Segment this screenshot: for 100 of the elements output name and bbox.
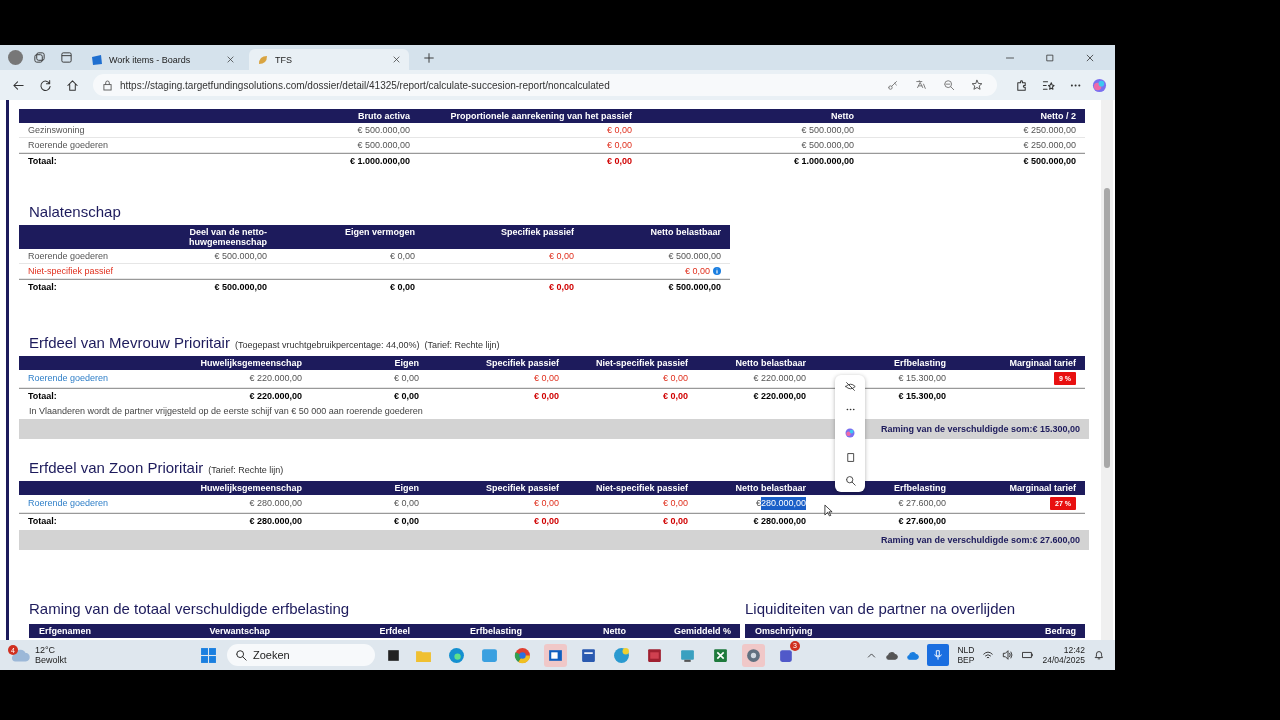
table-cell: € 0,00 [684,265,710,277]
table-cell: Totaal: [19,513,170,529]
notifications-icon[interactable] [1093,649,1105,661]
table-cell: € 0,00 [424,249,583,264]
table-link[interactable]: Roerende goederen [28,373,109,384]
table-cell: € 0,00 [428,370,568,388]
zoom-out-icon[interactable] [943,79,955,91]
table-cell: Gezinswoning [19,123,200,138]
table-cell: € 0,00 [311,495,428,513]
column-header: Huwelijksgemeenschap [170,356,311,370]
table-cell: € 220.000,00 [697,388,815,404]
maximize-icon[interactable] [1045,52,1055,63]
new-tab-icon[interactable] [423,51,435,64]
volume-icon[interactable] [1002,649,1015,661]
summary-text: Raming van de verschuldigde som:€ 27.600,00 [880,535,1080,545]
column-header: Marginaal tarief [955,481,1085,495]
section-title: Erfdeel van Zoon Prioritair [29,459,204,477]
language-text[interactable]: NLD [957,645,975,655]
table-cell: € 280.000,00 [170,513,311,529]
column-header: Marginaal tarief [955,356,1085,370]
key-icon[interactable] [887,79,899,91]
column-header: Gemiddeld % [635,624,740,638]
table-cell: € 280.000,00 [170,495,311,513]
wifi-icon[interactable] [982,649,995,661]
table-cell: € 500.000,00 [176,279,276,295]
search-field[interactable]: Zoeken [227,644,375,666]
section-title: Nalatenschap [29,203,122,221]
column-header: Verwantschap [149,624,279,638]
table-cell: € 500.000,00 [583,249,730,264]
table-cell: € 0,00 [424,279,583,295]
table-cell: € 250.000,00 [863,138,1085,153]
table-cell: € 0,00 [428,388,568,404]
workspaces-icon[interactable] [33,51,46,64]
table-cell: € 500.000,00 [641,138,863,153]
section-title: Raming van de totaal verschuldigde erfbelasting [29,600,351,618]
close-icon[interactable] [226,55,235,64]
table-cell: € 500.000,00 [176,249,276,264]
table-cell: Totaal: [19,153,200,169]
profile-icon[interactable] [8,50,23,65]
excel-icon[interactable] [712,646,729,664]
table-cell: € 0,00 [276,279,424,295]
scrollbar[interactable] [1101,100,1113,640]
copilot-icon[interactable] [844,427,856,440]
weather-text: Bewolkt [35,655,67,665]
table-cell: € 0,00 [419,153,641,169]
column-header: Netto belastbaar [697,356,815,370]
search-icon[interactable] [844,474,856,486]
copilot-icon[interactable] [1092,77,1107,93]
browser-tab[interactable]: Work items - Boards [83,49,243,70]
summary-text: Raming van de verschuldigde som:€ 15.300,00 [880,424,1080,434]
table-cell: € 0,00 [568,388,697,404]
clock-date[interactable]: 24/04/2025 [1042,655,1085,665]
home-icon[interactable] [66,78,79,92]
windows-logo-icon[interactable] [200,646,217,664]
table-cell: Totaal: [19,388,170,404]
table-cell: € 500.000,00 [583,279,730,295]
clock-time[interactable]: 12:42 [1063,645,1085,655]
mouse-cursor-icon [824,504,833,517]
back-icon[interactable] [12,78,25,92]
table-cell: € 500.000,00 [641,123,863,138]
eye-slash-icon[interactable] [844,381,856,393]
extensions-icon[interactable] [1015,78,1028,92]
column-header: Eigen [311,481,428,495]
close-icon[interactable] [392,55,401,64]
table-cell: € 220.000,00 [170,370,311,388]
copy-icon[interactable] [844,451,856,463]
column-header: Specifiek passief [424,225,583,249]
table-cell: € 220.000,00 [170,388,311,404]
tab-actions-icon[interactable] [60,51,73,64]
section-title: Liquiditeiten van de partner na overlijden [745,600,1017,618]
lock-icon [103,79,112,91]
refresh-icon[interactable] [39,78,52,92]
microphone-icon[interactable] [932,649,945,661]
tab-title: TFS [275,54,293,65]
column-header: Eigen [311,356,428,370]
table-link[interactable]: Roerende goederen [28,498,109,509]
star-icon[interactable] [971,79,983,91]
info-icon[interactable] [713,267,721,275]
close-icon[interactable] [1085,52,1095,63]
favorites-icon[interactable] [1042,78,1055,92]
table-cell: € 1.000.000,00 [200,153,419,169]
section-note: (Toegepast vruchtgebruikpercentage: 44,00%) [234,340,420,350]
table-cell: € 500.000,00 [200,138,419,153]
column-header: Netto / 2 [863,109,1085,123]
search-placeholder: Zoeken [253,649,290,661]
browser-tab[interactable]: TFS [249,49,409,70]
column-header: Niet-specifiek passief [568,356,697,370]
keyboard-layout-text[interactable]: BEP [957,655,975,665]
chrome-icon[interactable] [514,646,531,664]
battery-icon[interactable] [1022,649,1035,661]
address-bar[interactable]: https://staging.targetfundingsolutions.com/dossier/detail/41325/report/calculate-succesion-report/noncalculated [93,74,997,96]
section-title: Erfdeel van Mevrouw Prioritair [29,334,230,352]
table-cell: € 1.000.000,00 [641,153,863,169]
url-text: https://staging.targetfundingsolutions.com/dossier/detail/41325/report/calculate-succesion-report/noncalculated [120,79,610,91]
leaf-icon [257,53,269,66]
translate-icon[interactable] [915,79,927,91]
column-header: Niet-specifiek passief [568,481,697,495]
column-header: Netto belastbaar [697,481,815,495]
section-note: (Tarief: Rechte lijn) [424,340,500,350]
column-header: Netto belastbaar [583,225,730,249]
